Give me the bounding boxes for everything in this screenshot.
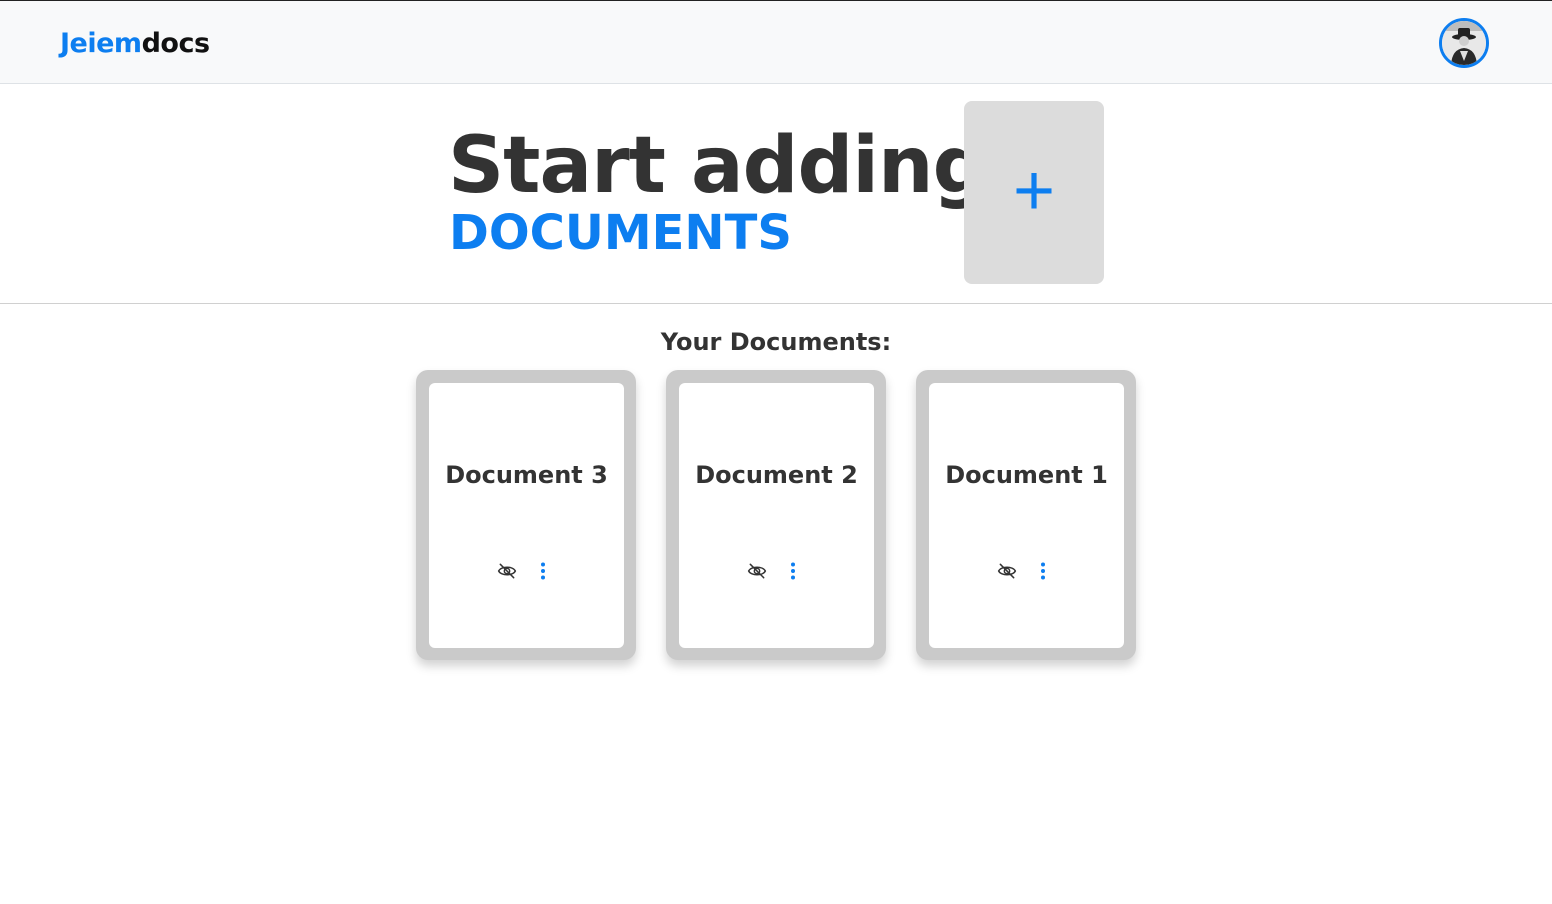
user-avatar[interactable]	[1439, 18, 1489, 68]
document-title: Document 3	[445, 461, 608, 489]
brand-part-1: Jeiem	[60, 28, 142, 59]
brand-part-2: docs	[141, 28, 210, 59]
hero-title: Start adding	[448, 121, 988, 211]
hero-section: Start adding DOCUMENTS +	[0, 84, 1552, 304]
document-card[interactable]: Document 3	[416, 370, 636, 660]
avatar-image	[1442, 21, 1486, 65]
document-card-body: Document 1	[929, 383, 1124, 648]
document-card-body: Document 2	[679, 383, 874, 648]
document-card-body: Document 3	[429, 383, 624, 648]
document-card[interactable]: Document 2	[666, 370, 886, 660]
document-title: Document 1	[945, 461, 1108, 489]
eye-slash-icon[interactable]	[995, 559, 1019, 583]
brand-logo[interactable]: Jeiemdocs	[60, 27, 210, 61]
document-card[interactable]: Document 1	[916, 370, 1136, 660]
more-vertical-icon[interactable]	[531, 559, 555, 583]
eye-slash-icon[interactable]	[495, 559, 519, 583]
document-list: Document 3 Document 2 Document 1	[416, 370, 1136, 660]
add-document-button[interactable]: +	[964, 101, 1104, 284]
navbar: Jeiemdocs	[0, 0, 1552, 84]
eye-slash-icon[interactable]	[745, 559, 769, 583]
hero-subtitle: DOCUMENTS	[449, 205, 792, 261]
documents-section-title: Your Documents:	[660, 328, 892, 356]
plus-icon: +	[1012, 150, 1056, 231]
more-vertical-icon[interactable]	[781, 559, 805, 583]
document-title: Document 2	[695, 461, 858, 489]
more-vertical-icon[interactable]	[1031, 559, 1055, 583]
